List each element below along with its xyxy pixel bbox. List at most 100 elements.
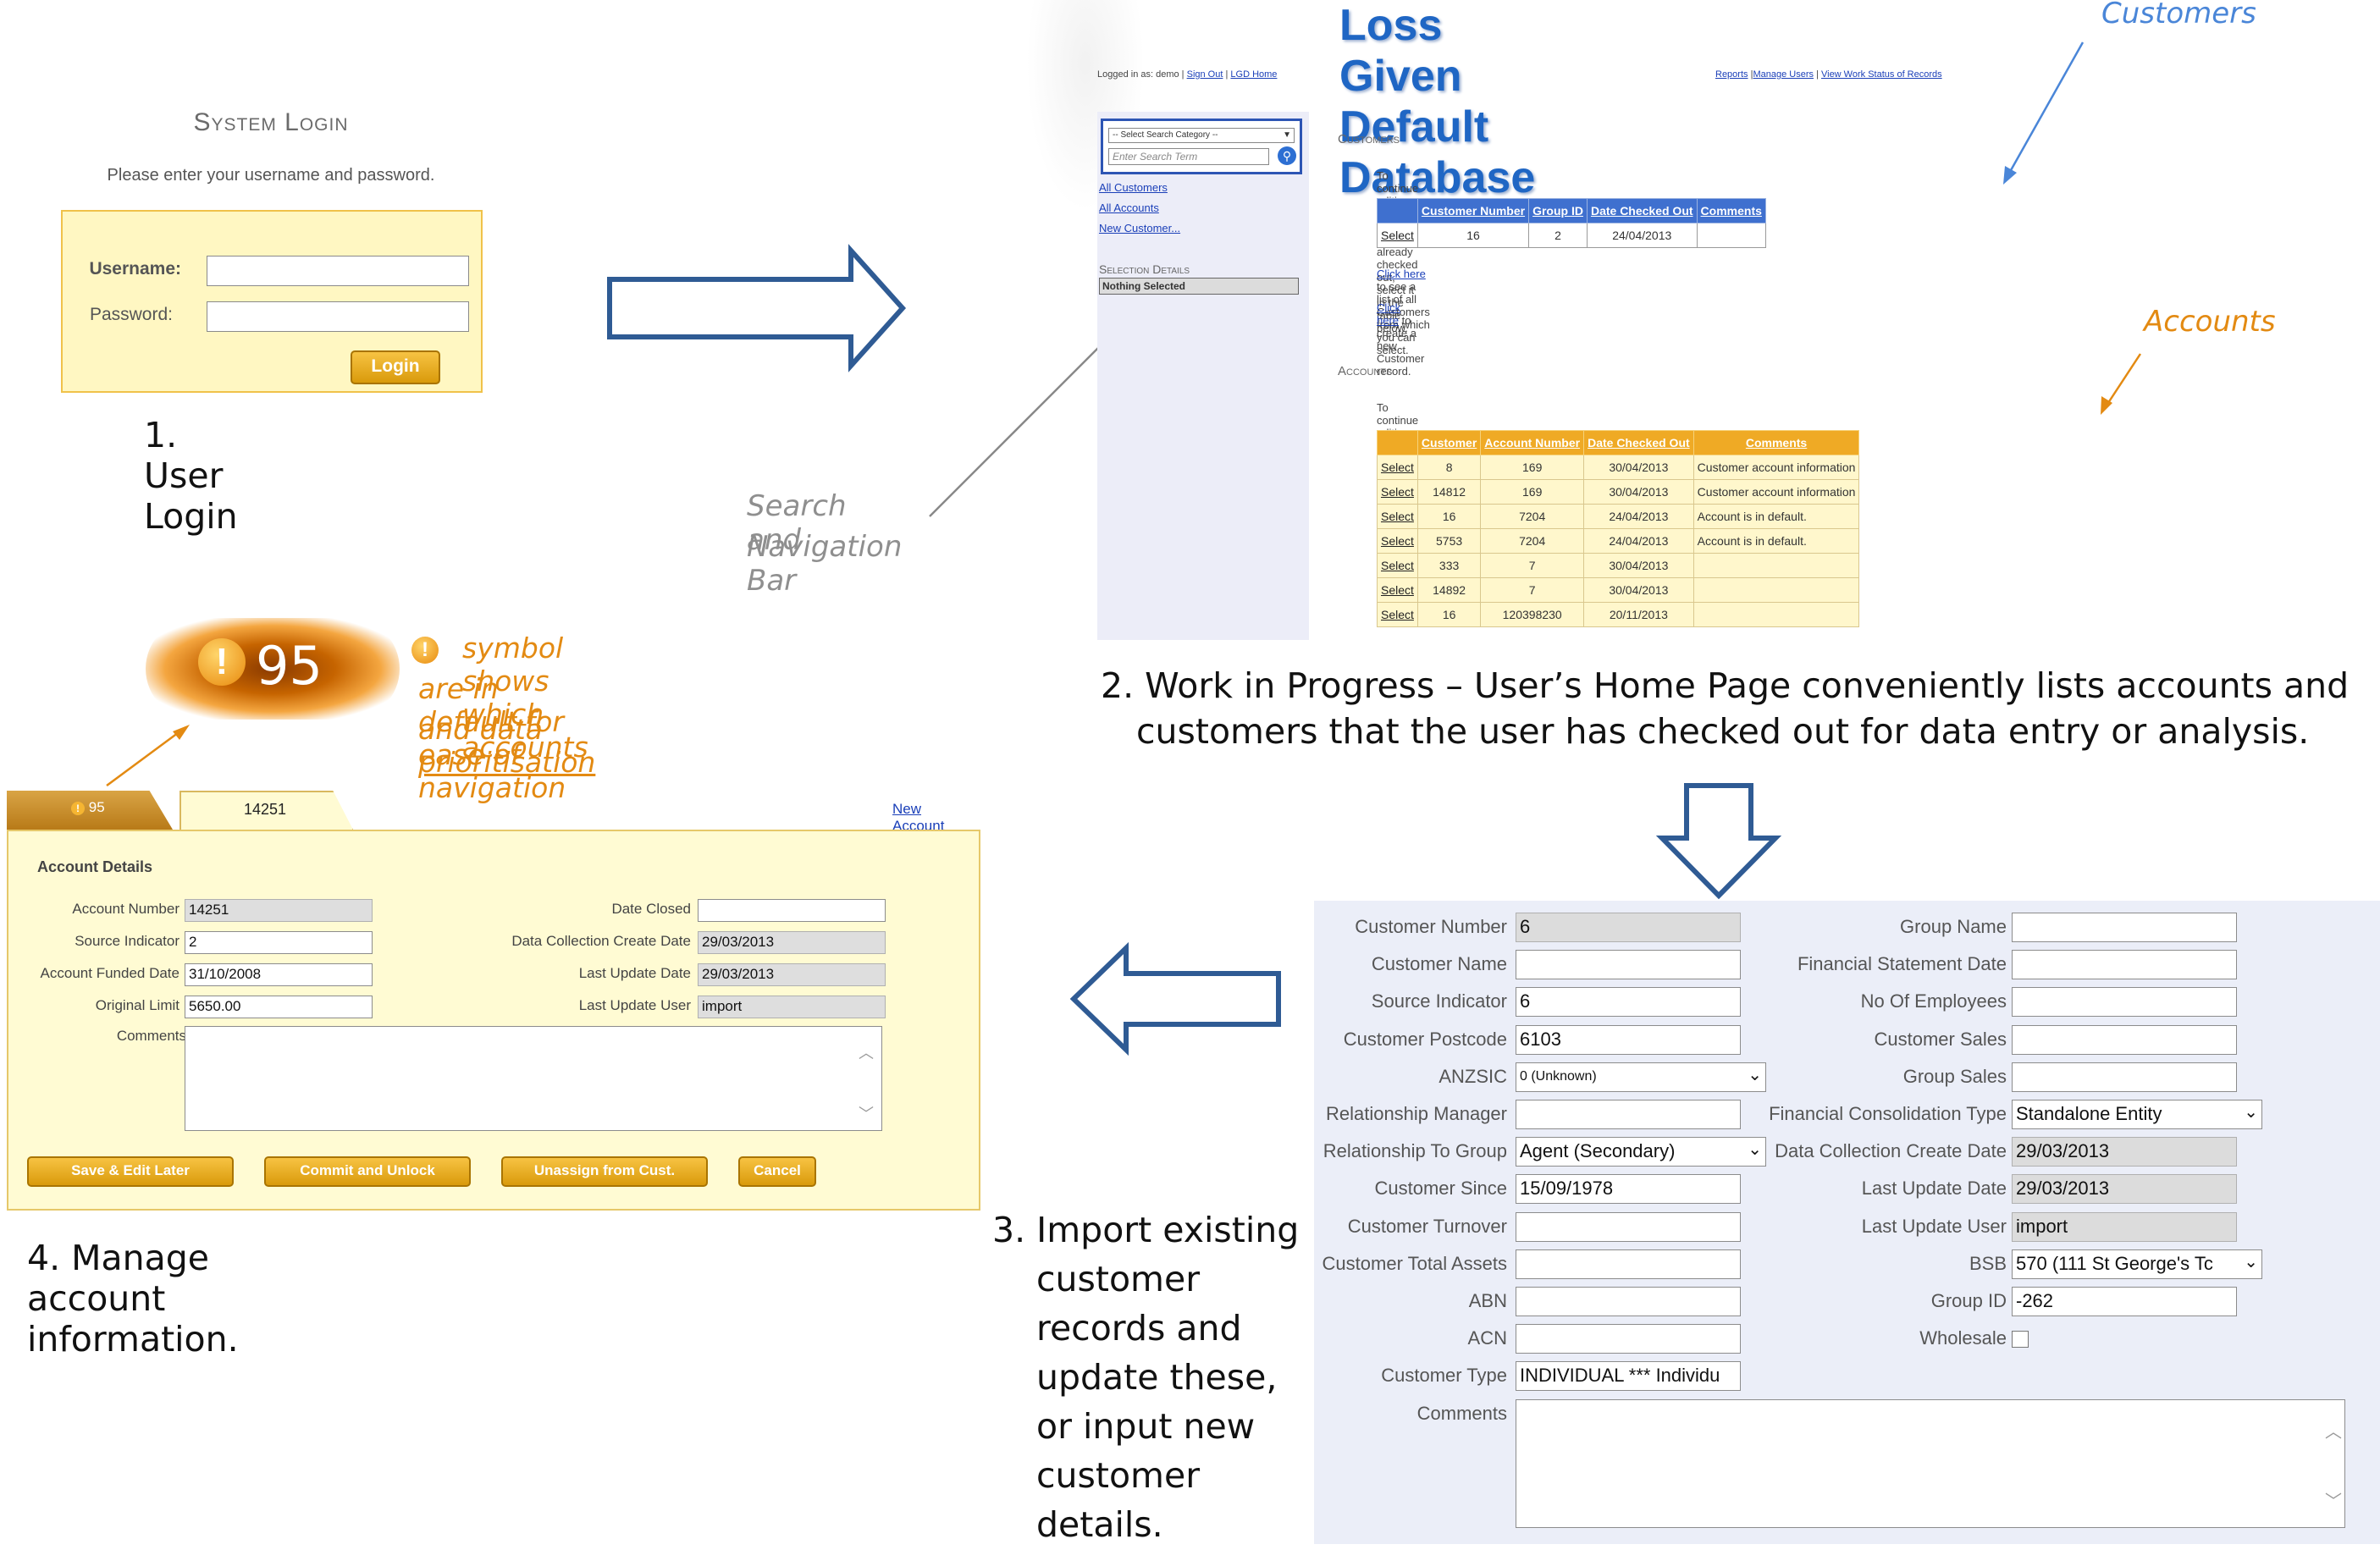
comments-label: Comments xyxy=(1416,1402,1507,1424)
col-group-id[interactable]: Group ID xyxy=(1528,198,1588,223)
scroll-up-icon[interactable]: ︿ xyxy=(2325,1418,2342,1442)
group-id-input[interactable]: -262 xyxy=(2012,1287,2237,1316)
account-funded-date-input[interactable]: 31/10/2008 xyxy=(185,963,373,986)
customer-turnover-input[interactable] xyxy=(1516,1211,1741,1242)
customer-sales-input[interactable] xyxy=(2012,1024,2237,1055)
col-date-checked-out[interactable]: Date Checked Out xyxy=(1583,430,1694,455)
pointer-customers xyxy=(2005,41,2085,179)
accounts-heading: Accounts xyxy=(1338,364,1393,378)
customer-total-assets-input[interactable] xyxy=(1516,1249,1741,1279)
comments-textarea[interactable] xyxy=(185,1026,882,1131)
customer-postcode-value: 6103 xyxy=(1520,1028,1561,1050)
customer-sales-label: Customer Sales xyxy=(1874,1028,2007,1050)
flow-arrow-down xyxy=(1655,783,1782,900)
scroll-down-icon[interactable]: ﹀ xyxy=(2325,1487,2342,1512)
search-input[interactable]: Enter Search Term xyxy=(1108,148,1269,165)
search-navigation-sidebar: -- Select Search Category -- ▼ Enter Sea… xyxy=(1097,112,1309,640)
customer-name-input[interactable] xyxy=(1516,950,1741,980)
table-cell: 16 xyxy=(1416,223,1530,248)
data-collection-create-date-value: 29/03/2013 xyxy=(2016,1140,2110,1162)
col-customer[interactable]: Customer xyxy=(1416,430,1482,455)
acn-input[interactable] xyxy=(1516,1324,1741,1354)
table-cell: 14812 xyxy=(1416,479,1482,505)
search-category-select[interactable]: -- Select Search Category -- ▼ xyxy=(1108,128,1295,143)
financial-statement-date-input[interactable] xyxy=(2012,950,2237,980)
tab-default-label: 95 xyxy=(88,799,105,815)
table-row: Select 16 7204 24/04/2013 Account is in defa… xyxy=(1377,504,1860,529)
customer-since-input[interactable]: 15/09/1978 xyxy=(1516,1174,1741,1205)
caption-home-line2: customers that the user has checked out … xyxy=(1136,711,2310,752)
col-account-number[interactable]: Account Number xyxy=(1480,430,1585,455)
abn-input[interactable] xyxy=(1516,1287,1741,1316)
table-cell xyxy=(1693,577,1860,603)
search-box: -- Select Search Category -- ▼ Enter Sea… xyxy=(1101,119,1302,174)
select-link[interactable]: Select xyxy=(1377,223,1418,248)
click-here-new-customer-link[interactable]: Click here xyxy=(1377,301,1400,327)
reports-link[interactable]: Reports xyxy=(1715,69,1748,80)
table-cell: 14892 xyxy=(1416,577,1482,603)
bsb-select[interactable]: 570 (111 St George's Tc ⌄ xyxy=(2012,1249,2262,1279)
sidebar-link-all-customers[interactable]: All Customers xyxy=(1099,181,1168,194)
relationship-manager-input[interactable] xyxy=(1516,1100,1741,1129)
col-customer-number[interactable]: Customer Number xyxy=(1416,198,1530,223)
table-cell: 24/04/2013 xyxy=(1583,504,1694,529)
table-cell: 169 xyxy=(1480,455,1585,480)
customer-postcode-input[interactable]: 6103 xyxy=(1516,1024,1741,1055)
select-link[interactable]: Select xyxy=(1377,577,1418,603)
select-link[interactable]: Select xyxy=(1377,455,1418,480)
original-limit-input[interactable]: 5650.00 xyxy=(185,996,373,1018)
select-link[interactable]: Select xyxy=(1377,528,1418,554)
no-of-employees-input[interactable] xyxy=(2012,987,2237,1018)
date-closed-input[interactable] xyxy=(698,899,886,922)
sidebar-link-new-customer[interactable]: New Customer... xyxy=(1099,222,1180,234)
sidebar-link-all-accounts[interactable]: All Accounts xyxy=(1099,201,1159,214)
source-indicator-input[interactable]: 6 xyxy=(1516,987,1741,1018)
customer-number-label: Customer Number xyxy=(1355,916,1507,937)
source-indicator-label: Source Indicator xyxy=(1371,990,1507,1012)
save-edit-later-button[interactable]: Save & Edit Later xyxy=(27,1156,234,1187)
customer-since-value: 15/09/1978 xyxy=(1520,1178,1614,1200)
source-indicator-input[interactable]: 2 xyxy=(185,931,373,954)
caption-line: customer xyxy=(1036,1455,1201,1496)
account-number-label: Account Number xyxy=(72,901,179,917)
select-link[interactable]: Select xyxy=(1377,553,1418,578)
financial-consolidation-type-select[interactable]: Standalone Entity ⌄ xyxy=(2012,1100,2262,1129)
manage-users-link[interactable]: Manage Users xyxy=(1753,69,1814,80)
tab-account-14251[interactable]: 14251 xyxy=(179,791,354,831)
unassign-from-cust-button[interactable]: Unassign from Cust. xyxy=(501,1156,708,1187)
lgd-home-link[interactable]: LGD Home xyxy=(1230,69,1277,80)
col-date-checked-out[interactable]: Date Checked Out xyxy=(1586,198,1698,223)
flow-arrow-left xyxy=(1069,941,1281,1056)
data-collection-create-date-label: Data Collection Create Date xyxy=(511,933,691,949)
sign-out-link[interactable]: Sign Out xyxy=(1187,69,1223,80)
group-sales-input[interactable] xyxy=(2012,1062,2237,1092)
view-work-status-link[interactable]: View Work Status of Records xyxy=(1821,69,1942,80)
table-cell: 7 xyxy=(1480,577,1585,603)
table-cell: Customer account information xyxy=(1693,479,1860,505)
group-name-input[interactable] xyxy=(2012,913,2237,942)
select-link[interactable]: Select xyxy=(1377,602,1418,627)
financial-consolidation-type-value: Standalone Entity xyxy=(2016,1103,2162,1124)
commit-and-unlock-button[interactable]: Commit and Unlock xyxy=(264,1156,471,1187)
scroll-up-icon[interactable]: ︿ xyxy=(859,1041,874,1063)
relationship-to-group-value: Agent (Secondary) xyxy=(1520,1140,1676,1162)
customer-type-input[interactable]: INDIVIDUAL *** Individu xyxy=(1516,1361,1741,1392)
customers-heading: Customers xyxy=(1338,132,1400,146)
comments-textarea[interactable] xyxy=(1516,1398,2345,1528)
table-row: Select 8 169 30/04/2013 Customer account inf… xyxy=(1377,455,1860,480)
anzsic-select[interactable]: 0 (Unknown) ⌄ xyxy=(1516,1062,1766,1092)
account-number-input: 14251 xyxy=(185,899,373,922)
relationship-to-group-select[interactable]: Agent (Secondary) ⌄ xyxy=(1516,1137,1766,1167)
source-indicator-value: 6 xyxy=(1520,990,1531,1012)
cancel-button[interactable]: Cancel xyxy=(738,1156,816,1187)
scroll-down-icon[interactable]: ﹀ xyxy=(859,1102,874,1124)
select-link[interactable]: Select xyxy=(1377,504,1418,529)
tab-default-account[interactable]: ! 95 xyxy=(7,791,173,830)
select-link[interactable]: Select xyxy=(1377,479,1418,505)
selection-details-value: Nothing Selected xyxy=(1099,278,1299,295)
search-icon[interactable]: ⚲ xyxy=(1278,146,1296,165)
logged-in-text: Logged in as: demo | xyxy=(1097,69,1184,80)
table-cell: Customer account information xyxy=(1693,455,1860,480)
click-here-customers-link[interactable]: Click here xyxy=(1377,268,1426,280)
wholesale-checkbox[interactable] xyxy=(2012,1331,2029,1349)
